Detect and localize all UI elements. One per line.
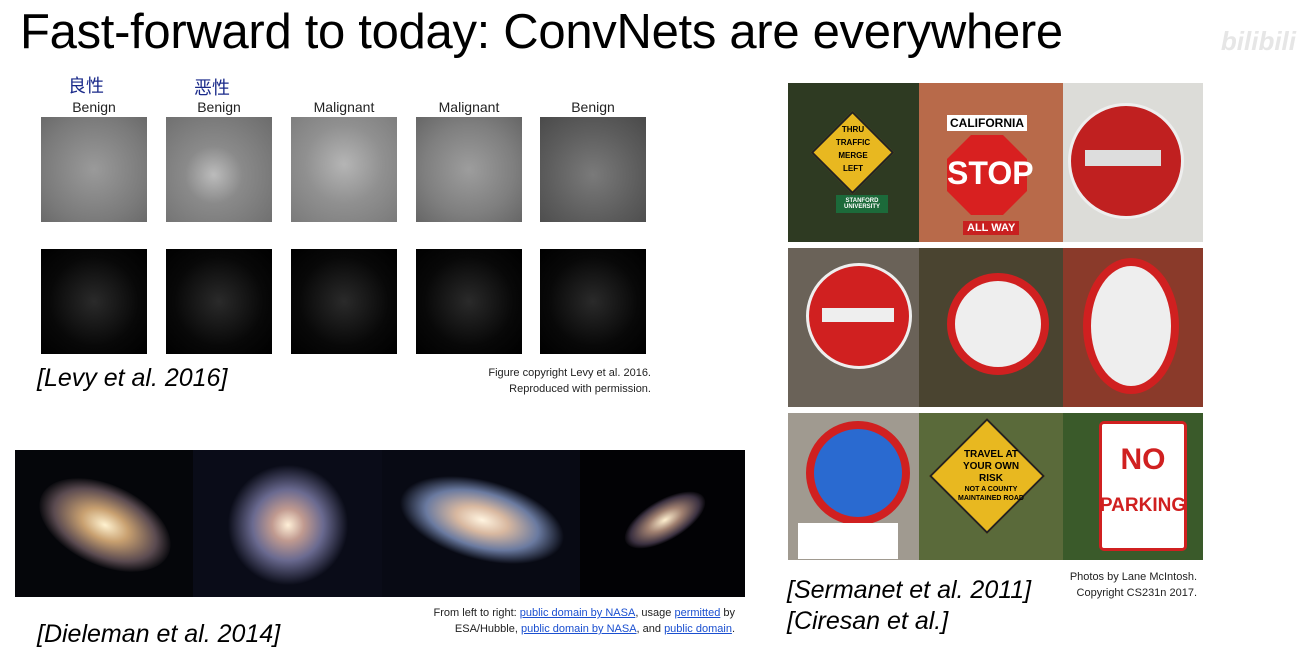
credit-text: , and — [636, 623, 665, 635]
signs-credit: Photos by Lane McIntosh. Copyright CS231… — [1000, 569, 1197, 601]
sign-text: NOT A COUNTY MAINTAINED ROAD — [958, 486, 1024, 502]
citation-dieleman: [Dieleman et al. 2014] — [37, 620, 281, 648]
sign-photo-stop: CALIFORNIA STOP ALL WAY — [919, 83, 1063, 242]
sign-photo-no-entry — [788, 248, 919, 407]
sign-text: THRU TRAFFIC MERGE LEFT — [835, 125, 871, 173]
sign-photo-no-vehicles — [919, 248, 1063, 407]
levy-copyright: Figure copyright Levy et al. 2016. Repro… — [400, 365, 651, 397]
handwritten-note-malignant: 恶性 — [194, 78, 230, 99]
copyright-line: Reproduced with permission. — [509, 383, 651, 395]
mammogram-image — [416, 117, 522, 222]
sign-photo-no-parking: NO PARKING — [1063, 413, 1203, 560]
mammogram-label: Benign — [72, 99, 116, 115]
mammogram-image — [291, 117, 397, 222]
mammogram-image — [166, 117, 272, 222]
galaxy-image — [580, 450, 745, 597]
sign-photo-no-entry — [1063, 83, 1203, 242]
traffic-sign-grid: THRU TRAFFIC MERGE LEFT STANFORD UNIVERS… — [788, 83, 1203, 560]
sign-text: STOP — [947, 155, 1034, 191]
mammogram-label: Benign — [197, 99, 241, 115]
mammogram-label: Malignant — [313, 99, 375, 115]
link-public-domain-nasa[interactable]: public domain by NASA — [520, 607, 636, 619]
citation-sermanet: [Sermanet et al. 2011] — [787, 576, 1032, 604]
mammogram-label: Malignant — [438, 99, 500, 115]
galaxy-image — [193, 450, 382, 597]
credit-text: From left to right: — [433, 607, 520, 619]
galaxy-image — [15, 450, 193, 597]
citation-levy: [Levy et al. 2016] — [37, 364, 228, 392]
sign-text: ALL WAY — [963, 221, 1020, 235]
mammogram-image — [540, 117, 646, 222]
handwritten-note-benign: 良性 — [68, 76, 104, 97]
sign-photo-no-parking-disc — [788, 413, 919, 560]
sign-text: NO — [1120, 443, 1166, 476]
copyright-line: Figure copyright Levy et al. 2016. — [488, 367, 651, 379]
link-public-domain[interactable]: public domain — [664, 623, 732, 635]
saliency-map — [166, 249, 272, 354]
mammogram-image — [41, 117, 147, 222]
citation-ciresan: [Ciresan et al.] — [787, 607, 949, 635]
link-public-domain-nasa-2[interactable]: public domain by NASA — [521, 623, 637, 635]
mammogram-label: Benign — [571, 99, 615, 115]
sign-photo-merge: THRU TRAFFIC MERGE LEFT STANFORD UNIVERS… — [788, 83, 919, 242]
credit-line: Photos by Lane McIntosh. — [1069, 571, 1197, 583]
slide-title: Fast-forward to today: ConvNets are ever… — [20, 5, 1063, 59]
sign-text: TRAVEL AT YOUR OWN RISK — [962, 449, 1020, 484]
saliency-map — [416, 249, 522, 354]
slide: Fast-forward to today: ConvNets are ever… — [0, 0, 1304, 651]
sign-text: PARKING — [1099, 495, 1187, 516]
saliency-map — [540, 249, 646, 354]
credit-text: , usage — [635, 607, 675, 619]
credit-text: . — [731, 623, 735, 635]
sign-photo-travel-risk: TRAVEL AT YOUR OWN RISK NOT A COUNTY MAI… — [919, 413, 1063, 560]
sign-photo-no-left-turn — [1063, 248, 1203, 407]
link-permitted[interactable]: permitted — [674, 607, 720, 619]
galaxy-image — [382, 450, 580, 597]
watermark-logo: bilibili — [1220, 26, 1296, 56]
credit-line: Copyright CS231n 2017. — [1076, 587, 1197, 599]
sign-text: STANFORD UNIVERSITY — [836, 195, 888, 213]
galaxy-credit: From left to right: public domain by NAS… — [400, 605, 735, 637]
sign-text: CALIFORNIA — [947, 115, 1027, 131]
saliency-map — [291, 249, 397, 354]
saliency-map — [41, 249, 147, 354]
